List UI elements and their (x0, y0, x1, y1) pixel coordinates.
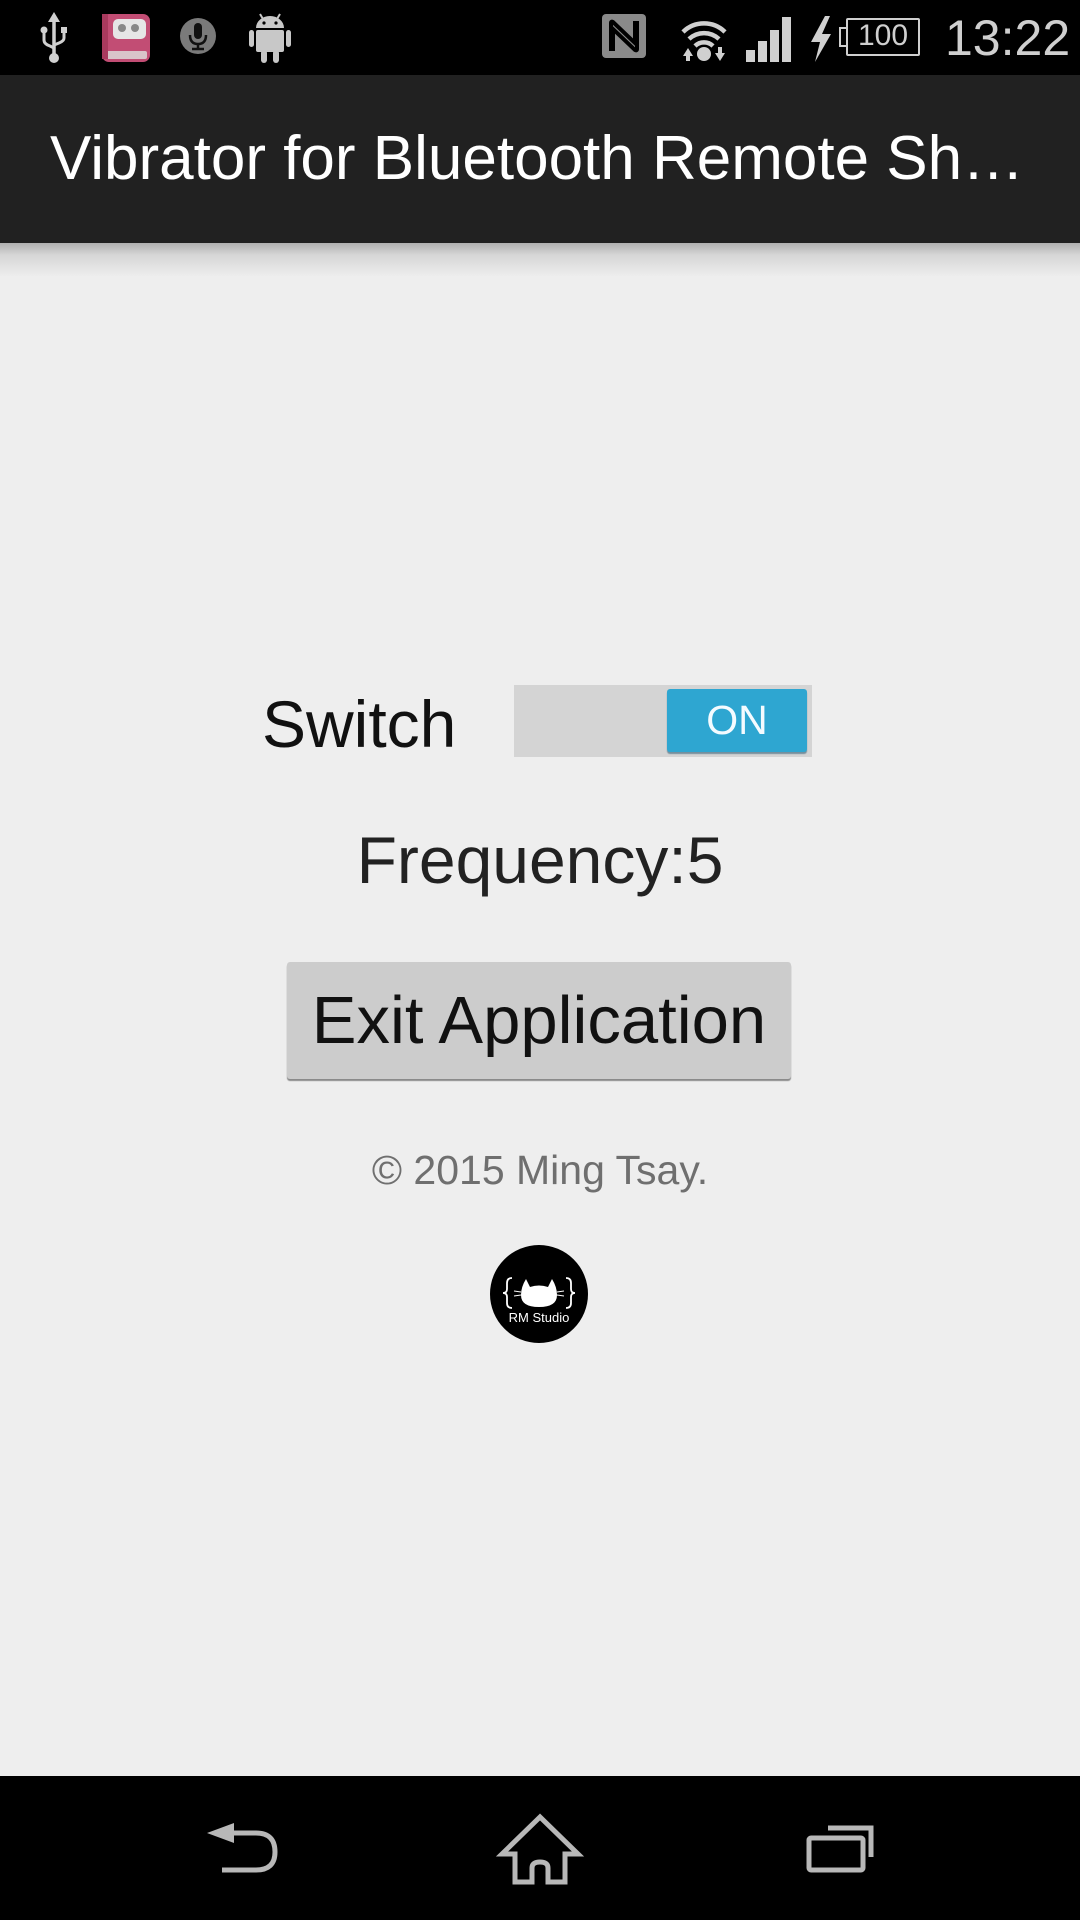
charging-bolt-icon (811, 16, 831, 62)
action-bar-shadow (0, 243, 1080, 277)
copyright-text: © 2015 Ming Tsay. (371, 1147, 709, 1193)
status-time: 13:22 (945, 10, 1071, 66)
usb-icon (40, 12, 67, 63)
switch-thumb-on[interactable]: ON (667, 689, 807, 752)
recents-button[interactable] (760, 1776, 920, 1920)
rm-studio-logo: RM Studio (490, 1245, 588, 1343)
recents-icon (806, 1825, 874, 1873)
exit-application-button[interactable]: Exit Application (287, 962, 791, 1079)
frequency-label: Frequency:5 (356, 823, 724, 897)
microphone-icon (180, 18, 216, 54)
action-bar: Vibrator for Bluetooth Remote Shutter (0, 75, 1080, 243)
android-icon (249, 13, 291, 63)
battery-level: 100 (857, 19, 909, 52)
nfc-icon (602, 14, 646, 58)
home-button[interactable] (460, 1776, 620, 1920)
navigation-bar (0, 1776, 1080, 1920)
back-button[interactable] (161, 1776, 321, 1920)
back-icon (207, 1823, 278, 1873)
diary-app-icon (102, 14, 150, 62)
switch-label: Switch (262, 687, 457, 761)
home-icon (495, 1813, 585, 1885)
cat-logo-icon (502, 1277, 576, 1309)
wifi-icon (681, 21, 727, 61)
app-title: Vibrator for Bluetooth Remote Shutter (50, 126, 1050, 192)
cell-signal-icon (746, 17, 791, 62)
status-bar: 100 13:22 (0, 0, 1080, 75)
studio-name: RM Studio (508, 1310, 570, 1325)
